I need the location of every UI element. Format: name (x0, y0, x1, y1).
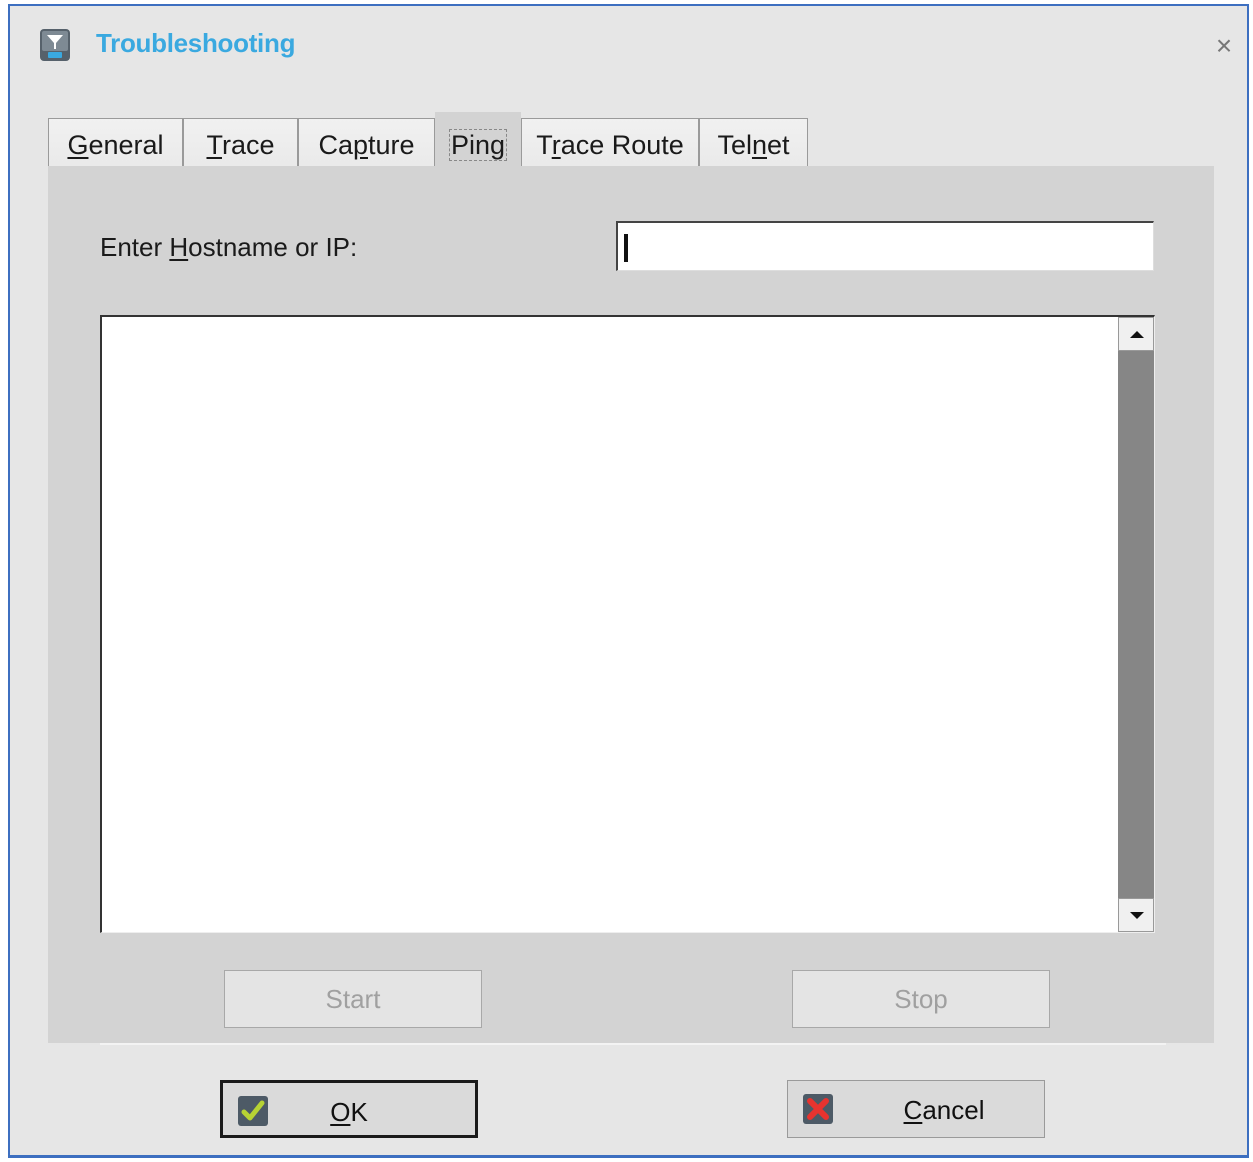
tab-general[interactable]: General (48, 118, 183, 171)
cancel-label: Cancel (903, 1095, 985, 1125)
text-caret (624, 234, 628, 262)
scroll-up-button[interactable] (1118, 317, 1154, 351)
tab-general-label: General (67, 130, 164, 160)
hostname-label: Enter Hostname or IP: (100, 232, 358, 262)
scroll-down-button[interactable] (1118, 898, 1154, 932)
close-icon[interactable]: × (1210, 32, 1238, 60)
vertical-scrollbar[interactable] (1118, 317, 1154, 932)
ping-panel: Enter Hostname or IP: Start Stop (48, 166, 1214, 1045)
ping-output-area[interactable] (100, 315, 1155, 933)
tab-telnet[interactable]: Telnet (699, 118, 808, 171)
tab-trace-label: Trace (206, 130, 275, 160)
tab-trace-route-label: Trace Route (536, 130, 684, 160)
network-icon (40, 29, 70, 61)
hostname-input[interactable] (616, 221, 1154, 271)
start-button[interactable]: Start (224, 970, 482, 1028)
tab-capture[interactable]: Capture (298, 118, 435, 171)
tab-trace[interactable]: Trace (183, 118, 298, 171)
ok-button[interactable]: OK (220, 1080, 478, 1138)
cancel-button[interactable]: Cancel (787, 1080, 1045, 1138)
panel-divider (100, 1043, 1166, 1045)
tab-ping-label: Ping (448, 129, 508, 161)
ok-label: OK (330, 1097, 368, 1127)
window-title: Troubleshooting (96, 28, 296, 58)
tab-capture-label: Capture (318, 130, 415, 160)
stop-button[interactable]: Stop (792, 970, 1050, 1028)
arrow-down-icon (1130, 912, 1144, 919)
tab-ping[interactable]: Ping (435, 112, 521, 172)
tab-telnet-label: Telnet (717, 130, 790, 160)
arrow-up-icon (1130, 331, 1144, 338)
tab-trace-route[interactable]: Trace Route (521, 118, 699, 171)
troubleshooting-dialog: Troubleshooting × General Trace Capture … (8, 4, 1249, 1158)
